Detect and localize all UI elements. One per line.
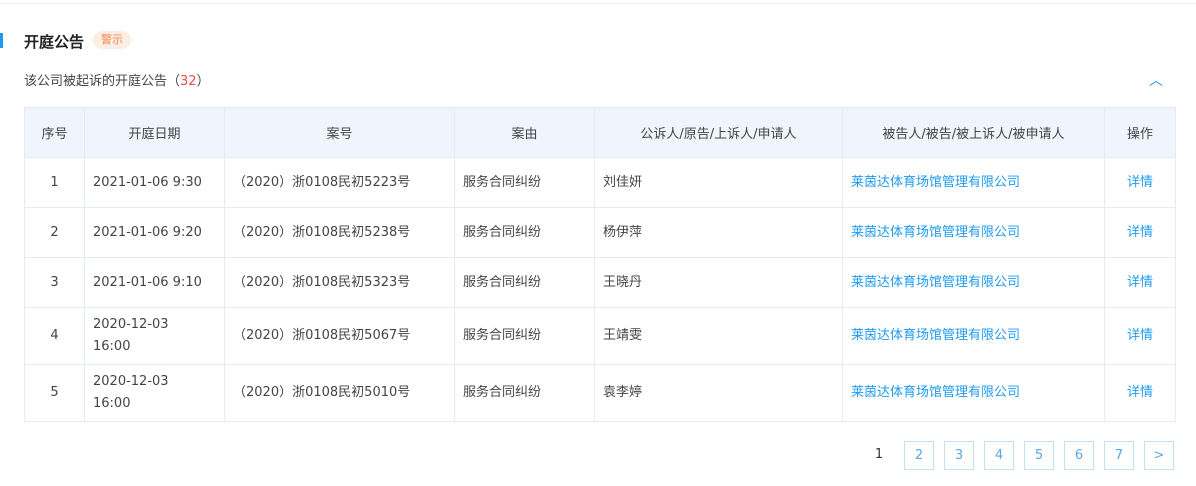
defendant-link[interactable]: 莱茵达体育场馆管理有限公司: [851, 385, 1020, 400]
case-reason: 服务合同纠纷: [454, 207, 595, 258]
chevron-up-icon[interactable]: ︿: [1149, 70, 1163, 90]
page-2-button[interactable]: 2: [904, 441, 934, 470]
next-page-button[interactable]: >: [1144, 441, 1174, 470]
row-number: 4: [24, 307, 85, 365]
plaintiff: 王晓丹: [594, 257, 843, 308]
page-7-button[interactable]: 7: [1104, 441, 1134, 470]
details-link[interactable]: 详情: [1127, 175, 1153, 190]
case-number: （2020）浙0108民初5323号: [224, 257, 455, 308]
table-row: 1 2021-01-06 9:30 （2020）浙0108民初5223号 服务合…: [24, 157, 1176, 208]
plaintiff: 王靖雯: [594, 307, 843, 365]
divider: [0, 3, 1196, 4]
defendant-link[interactable]: 莱茵达体育场馆管理有限公司: [851, 225, 1020, 240]
table-row: 2 2021-01-06 9:20 （2020）浙0108民初5238号 服务合…: [24, 207, 1176, 258]
action-cell: 详情: [1104, 257, 1176, 308]
hearing-date: 2021-01-06 9:10: [84, 257, 225, 308]
action-cell: 详情: [1104, 157, 1176, 208]
page-5-button[interactable]: 5: [1024, 441, 1054, 470]
column-header: 序号: [24, 107, 85, 158]
pagination: 1 2 3 4 5 6 7 >: [864, 441, 1174, 470]
row-number: 5: [24, 364, 85, 422]
page-3-button[interactable]: 3: [944, 441, 974, 470]
action-cell: 详情: [1104, 307, 1176, 365]
defendant: 莱茵达体育场馆管理有限公司: [842, 307, 1105, 365]
table-row: 3 2021-01-06 9:10 （2020）浙0108民初5323号 服务合…: [24, 257, 1176, 308]
table-row: 5 2020-12-03 16:00 （2020）浙0108民初5010号 服务合…: [24, 364, 1176, 422]
case-reason: 服务合同纠纷: [454, 157, 595, 208]
plaintiff: 杨伊萍: [594, 207, 843, 258]
section-title: 开庭公告: [24, 33, 85, 51]
page-6-button[interactable]: 6: [1064, 441, 1094, 470]
defendant: 莱茵达体育场馆管理有限公司: [842, 157, 1105, 208]
hearing-date: 2020-12-03 16:00: [84, 364, 225, 422]
page-4-button[interactable]: 4: [984, 441, 1014, 470]
case-number: （2020）浙0108民初5010号: [224, 364, 455, 422]
subtitle-text: 该公司被起诉的开庭公告（: [24, 74, 181, 89]
case-reason: 服务合同纠纷: [454, 257, 595, 308]
warning-badge: 警示: [93, 31, 131, 49]
page-1-button[interactable]: 1: [864, 441, 894, 470]
row-number: 3: [24, 257, 85, 308]
case-reason: 服务合同纠纷: [454, 307, 595, 365]
hearing-date: 2020-12-03 16:00: [84, 307, 225, 365]
column-header: 开庭日期: [84, 107, 225, 158]
case-number: （2020）浙0108民初5238号: [224, 207, 455, 258]
action-cell: 详情: [1104, 364, 1176, 422]
details-link[interactable]: 详情: [1127, 328, 1153, 343]
section-subtitle: 该公司被起诉的开庭公告（32）: [24, 70, 210, 89]
case-number: （2020）浙0108民初5223号: [224, 157, 455, 208]
defendant-link[interactable]: 莱茵达体育场馆管理有限公司: [851, 275, 1020, 290]
case-number: （2020）浙0108民初5067号: [224, 307, 455, 365]
defendant: 莱茵达体育场馆管理有限公司: [842, 207, 1105, 258]
case-reason: 服务合同纠纷: [454, 364, 595, 422]
column-header: 被告人/被告/被上诉人/被申请人: [842, 107, 1105, 158]
hearing-date: 2021-01-06 9:20: [84, 207, 225, 258]
details-link[interactable]: 详情: [1127, 275, 1153, 290]
count: 32: [180, 74, 197, 89]
row-number: 1: [24, 157, 85, 208]
action-cell: 详情: [1104, 207, 1176, 258]
details-link[interactable]: 详情: [1127, 225, 1153, 240]
table-row: 4 2020-12-03 16:00 （2020）浙0108民初5067号 服务合…: [24, 307, 1176, 365]
hearing-date: 2021-01-06 9:30: [84, 157, 225, 208]
plaintiff: 袁李婷: [594, 364, 843, 422]
defendant: 莱茵达体育场馆管理有限公司: [842, 257, 1105, 308]
defendant: 莱茵达体育场馆管理有限公司: [842, 364, 1105, 422]
row-number: 2: [24, 207, 85, 258]
defendant-link[interactable]: 莱茵达体育场馆管理有限公司: [851, 328, 1020, 343]
section-marker: [0, 33, 3, 48]
details-link[interactable]: 详情: [1127, 385, 1153, 400]
column-header: 操作: [1104, 107, 1176, 158]
column-header: 公诉人/原告/上诉人/申请人: [594, 107, 843, 158]
column-header: 案由: [454, 107, 595, 158]
subtitle-end: ）: [196, 74, 210, 89]
plaintiff: 刘佳妍: [594, 157, 843, 208]
column-header: 案号: [224, 107, 455, 158]
defendant-link[interactable]: 莱茵达体育场馆管理有限公司: [851, 175, 1020, 190]
court-notice-table: 序号 开庭日期 案号 案由 公诉人/原告/上诉人/申请人 被告人/被告/被上诉人/被申请人…: [24, 107, 1176, 422]
